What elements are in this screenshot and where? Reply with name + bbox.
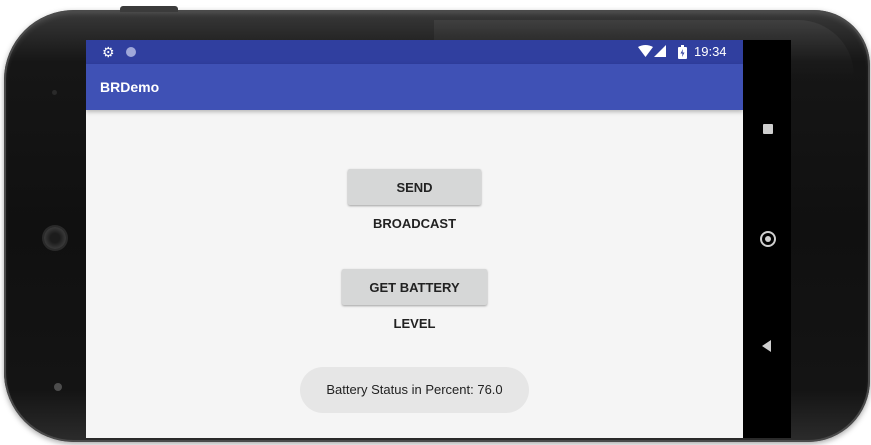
battery-icon — [678, 45, 687, 59]
navigation-bar — [743, 40, 791, 438]
speaker-grille — [44, 227, 66, 249]
recent-apps-icon[interactable] — [763, 124, 773, 134]
app-title: BRDemo — [100, 79, 160, 95]
device-screen: ⚙ 19:34 BRDemo SEND BROADCAST GET BATTER… — [86, 40, 791, 438]
notification-dot-icon — [126, 47, 136, 57]
toast-message: Battery Status in Percent: 76.0 — [300, 367, 529, 413]
back-icon[interactable] — [762, 340, 771, 352]
front-camera — [52, 90, 57, 95]
phone-body: ⚙ 19:34 BRDemo SEND BROADCAST GET BATTER… — [4, 10, 870, 442]
proximity-sensor — [54, 383, 62, 391]
get-battery-level-button[interactable]: GET BATTERY LEVEL — [342, 269, 487, 331]
app-window: ⚙ 19:34 BRDemo SEND BROADCAST GET BATTER… — [86, 40, 743, 438]
settings-icon: ⚙ — [102, 44, 115, 60]
power-button — [120, 6, 178, 12]
status-time: 19:34 — [694, 44, 727, 59]
device-frame: ⚙ 19:34 BRDemo SEND BROADCAST GET BATTER… — [0, 0, 871, 445]
app-bar: BRDemo — [86, 64, 743, 110]
signal-icon — [654, 45, 666, 57]
status-bar: ⚙ 19:34 — [86, 40, 743, 64]
send-broadcast-button[interactable]: SEND BROADCAST — [348, 169, 481, 231]
home-icon[interactable] — [760, 231, 776, 247]
wifi-icon — [638, 45, 653, 57]
